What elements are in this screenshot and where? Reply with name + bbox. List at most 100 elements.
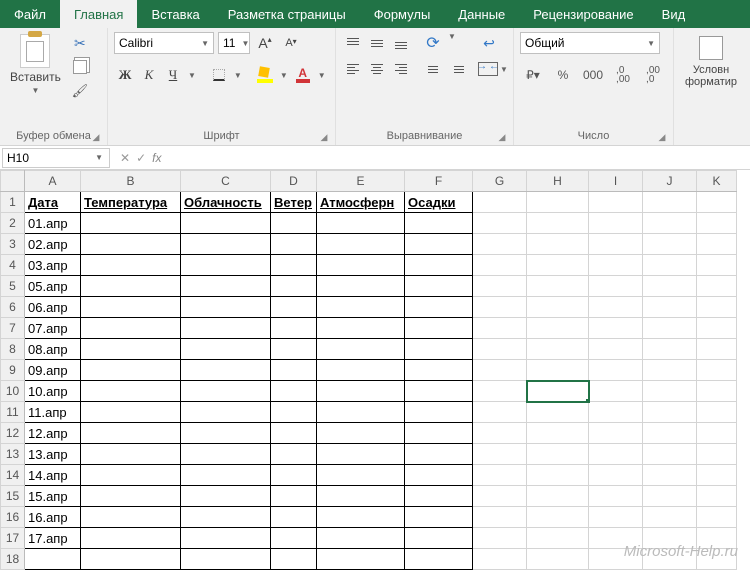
worksheet-grid[interactable]: ABCDEFGHIJK1ДатаТемператураОблачностьВет… bbox=[0, 170, 750, 582]
cell[interactable]: 03.апр bbox=[25, 255, 81, 276]
cell[interactable] bbox=[589, 297, 643, 318]
column-header[interactable]: G bbox=[473, 171, 527, 192]
cell[interactable] bbox=[589, 255, 643, 276]
column-header[interactable]: D bbox=[271, 171, 317, 192]
cell[interactable] bbox=[473, 339, 527, 360]
copy-button[interactable] bbox=[71, 58, 89, 76]
cell[interactable] bbox=[527, 276, 589, 297]
cell[interactable] bbox=[473, 297, 527, 318]
column-header[interactable]: C bbox=[181, 171, 271, 192]
cut-button[interactable] bbox=[71, 34, 89, 52]
format-painter-button[interactable] bbox=[71, 82, 89, 100]
cell[interactable]: Атмосферн bbox=[317, 192, 405, 213]
decrease-indent-button[interactable] bbox=[422, 58, 444, 80]
cell[interactable] bbox=[317, 549, 405, 570]
cell[interactable] bbox=[697, 297, 737, 318]
cell[interactable] bbox=[181, 486, 271, 507]
cell[interactable] bbox=[589, 423, 643, 444]
cell[interactable] bbox=[473, 360, 527, 381]
cell[interactable] bbox=[643, 528, 697, 549]
cell[interactable]: Облачность bbox=[181, 192, 271, 213]
cell[interactable] bbox=[405, 528, 473, 549]
row-header[interactable]: 9 bbox=[1, 360, 25, 381]
cell[interactable] bbox=[473, 528, 527, 549]
cell[interactable] bbox=[527, 528, 589, 549]
cell[interactable] bbox=[405, 444, 473, 465]
cell[interactable] bbox=[473, 444, 527, 465]
cell[interactable] bbox=[697, 381, 737, 402]
cell[interactable] bbox=[589, 528, 643, 549]
cell[interactable] bbox=[81, 339, 181, 360]
italic-button[interactable]: К bbox=[138, 64, 160, 86]
cell[interactable] bbox=[181, 507, 271, 528]
number-format-dropdown[interactable]: Общий▼ bbox=[520, 32, 660, 54]
cell[interactable] bbox=[527, 507, 589, 528]
cell[interactable] bbox=[589, 465, 643, 486]
cell[interactable] bbox=[271, 360, 317, 381]
cell[interactable] bbox=[271, 465, 317, 486]
cell[interactable] bbox=[527, 339, 589, 360]
cell[interactable]: 11.апр bbox=[25, 402, 81, 423]
cell[interactable] bbox=[589, 213, 643, 234]
cell[interactable]: 12.апр bbox=[25, 423, 81, 444]
cell[interactable]: 05.апр bbox=[25, 276, 81, 297]
cell[interactable] bbox=[643, 255, 697, 276]
cell[interactable] bbox=[697, 213, 737, 234]
cell[interactable] bbox=[697, 234, 737, 255]
cell[interactable] bbox=[81, 486, 181, 507]
cell[interactable] bbox=[317, 318, 405, 339]
cell[interactable]: 14.апр bbox=[25, 465, 81, 486]
cell[interactable] bbox=[81, 549, 181, 570]
bold-button[interactable]: Ж bbox=[114, 64, 136, 86]
cell[interactable] bbox=[527, 402, 589, 423]
row-header[interactable]: 4 bbox=[1, 255, 25, 276]
row-header[interactable]: 13 bbox=[1, 444, 25, 465]
cell[interactable] bbox=[697, 402, 737, 423]
column-header[interactable]: J bbox=[643, 171, 697, 192]
underline-button[interactable]: Ч bbox=[162, 64, 184, 86]
row-header[interactable]: 12 bbox=[1, 423, 25, 444]
cell[interactable]: 07.апр bbox=[25, 318, 81, 339]
cell[interactable] bbox=[271, 339, 317, 360]
cell[interactable] bbox=[81, 297, 181, 318]
cell[interactable] bbox=[473, 318, 527, 339]
cancel-icon[interactable]: ✕ bbox=[120, 151, 130, 165]
cell[interactable] bbox=[589, 507, 643, 528]
cell[interactable] bbox=[405, 423, 473, 444]
comma-format-button[interactable]: 000 bbox=[580, 64, 606, 86]
column-header[interactable]: F bbox=[405, 171, 473, 192]
cell[interactable] bbox=[181, 465, 271, 486]
cell[interactable] bbox=[697, 549, 737, 570]
dialog-launcher-icon[interactable]: ◢ bbox=[319, 132, 329, 142]
cell[interactable] bbox=[181, 234, 271, 255]
cell[interactable] bbox=[181, 381, 271, 402]
cell[interactable] bbox=[317, 486, 405, 507]
cell[interactable] bbox=[527, 360, 589, 381]
cell[interactable] bbox=[473, 234, 527, 255]
cell[interactable] bbox=[473, 213, 527, 234]
cell[interactable] bbox=[317, 339, 405, 360]
cell[interactable] bbox=[317, 234, 405, 255]
cell[interactable] bbox=[589, 276, 643, 297]
dialog-launcher-icon[interactable]: ◢ bbox=[497, 132, 507, 142]
cell[interactable] bbox=[473, 465, 527, 486]
cell[interactable] bbox=[271, 507, 317, 528]
cell[interactable] bbox=[473, 549, 527, 570]
cell[interactable] bbox=[181, 528, 271, 549]
tab-data[interactable]: Данные bbox=[444, 0, 519, 28]
cell[interactable] bbox=[697, 360, 737, 381]
cell[interactable] bbox=[317, 360, 405, 381]
chevron-down-icon[interactable]: ▼ bbox=[232, 71, 244, 80]
cell[interactable]: 10.апр bbox=[25, 381, 81, 402]
cell[interactable] bbox=[473, 192, 527, 213]
dialog-launcher-icon[interactable]: ◢ bbox=[657, 132, 667, 142]
cell[interactable] bbox=[473, 423, 527, 444]
cell[interactable] bbox=[643, 402, 697, 423]
cell[interactable] bbox=[697, 255, 737, 276]
cell[interactable] bbox=[405, 465, 473, 486]
cell[interactable] bbox=[271, 276, 317, 297]
cell[interactable] bbox=[697, 465, 737, 486]
column-header[interactable]: K bbox=[697, 171, 737, 192]
select-all-corner[interactable] bbox=[1, 171, 25, 192]
cell[interactable]: 13.апр bbox=[25, 444, 81, 465]
